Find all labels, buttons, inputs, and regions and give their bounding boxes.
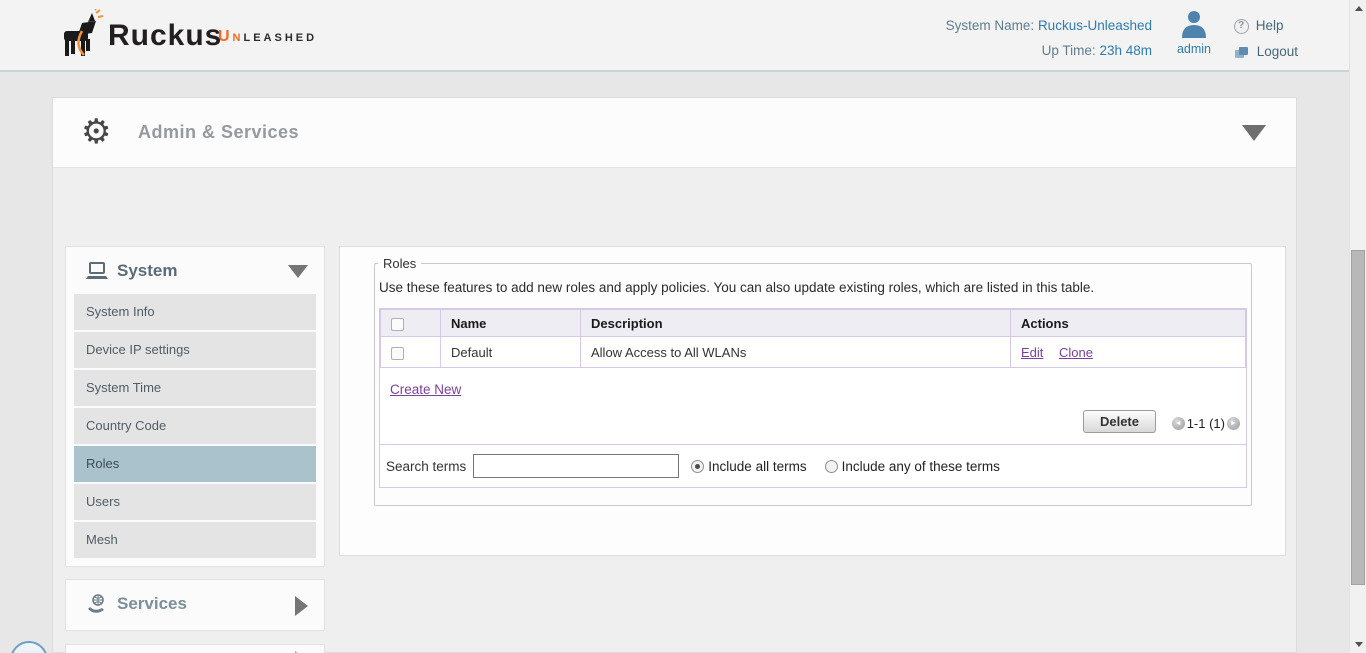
column-header-actions: Actions [1011,310,1246,337]
brand-logo: Ruckus [52,8,222,64]
uptime-label: Up Time: [1042,43,1096,58]
sidebar-services-header[interactable]: Services [66,580,324,627]
system-info-block: System Name: Ruckus-Unleashed Up Time: 2… [946,13,1152,63]
services-hand-globe-icon [86,594,108,614]
floating-help-bubble[interactable] [10,641,48,653]
roles-intro-text: Use these features to add new roles and … [379,280,1249,295]
uptime-value: 23h 48m [1099,43,1152,58]
row-checkbox[interactable] [391,347,404,360]
system-name-value: Ruckus-Unleashed [1038,18,1152,33]
search-row: Search terms Include all terms Include a… [380,444,1246,487]
column-header-name: Name [441,310,581,337]
radio-include-any-terms[interactable] [825,460,838,473]
logout-link[interactable]: Logout [1234,39,1298,65]
role-name-cell: Default [441,337,581,368]
clone-link[interactable]: Clone [1059,345,1093,360]
radio-all-label: Include all terms [708,459,806,474]
user-avatar-icon [1179,8,1209,38]
scrollbar-up-button[interactable] [1350,0,1366,17]
pagination-next-icon[interactable]: ► [1227,417,1240,430]
ruckus-unleashed-admin-page: { "header": { "brand_name": "Ruckus", "t… [0,0,1366,653]
search-label: Search terms [386,459,466,474]
role-actions-cell: Edit Clone [1011,337,1246,368]
sidebar-services-label: Services [117,594,187,614]
page-scrollbar [1349,0,1366,653]
sidebar-item-country-code[interactable]: Country Code [74,408,316,444]
sidebar-item-roles[interactable]: Roles [74,446,316,482]
column-header-description: Description [581,310,1011,337]
top-header: Ruckus Unleashed System Name: Ruckus-Unl… [0,0,1366,72]
tagline-prefix: Un [218,28,244,45]
brand-tagline: Unleashed [218,28,317,46]
scrollbar-down-button[interactable] [1350,636,1366,653]
delete-button[interactable]: Delete [1083,410,1156,433]
roles-fieldset: Roles Use these features to add new role… [374,256,1252,506]
radio-any-label: Include any of these terms [842,459,1000,474]
services-expand-chevron-right-icon[interactable] [295,596,308,616]
ruckus-dog-icon [52,9,104,63]
sidebar-item-mesh[interactable]: Mesh [74,522,316,558]
admin-services-header: ⚙ Admin & Services [53,98,1296,168]
sidebar-section-services: Services [65,579,325,631]
pagination-text: 1-1 (1) [1187,416,1225,431]
page-title: Admin & Services [138,122,299,143]
brand-name: Ruckus [108,19,222,53]
system-name-label: System Name: [946,18,1035,33]
sidebar-system-items: System Info Device IP settings System Ti… [66,294,324,558]
scrollbar-thumb[interactable] [1351,250,1365,585]
help-label: Help [1256,13,1284,39]
roles-legend: Roles [378,256,421,271]
sidebar-system-label: System [117,261,177,281]
panel-collapse-chevron-down-icon[interactable] [1242,125,1266,141]
laptop-icon [86,262,108,280]
sidebar-system-header[interactable]: System [66,247,324,294]
gear-icon: ⚙ [81,112,111,152]
logout-icon [1234,45,1250,60]
roles-table: Name Description Actions Default Allow A… [380,309,1246,368]
help-icon: ? [1234,19,1249,34]
pagination-prev-icon[interactable]: ◄ [1172,417,1185,430]
pagination: ◄ 1-1 (1) ► [1172,416,1240,431]
uptime-row: Up Time: 23h 48m [946,38,1152,63]
sidebar-item-system-info[interactable]: System Info [74,294,316,330]
select-all-checkbox[interactable] [391,318,404,331]
sidebar-item-users[interactable]: Users [74,484,316,520]
sidebar-section-system: System System Info Device IP settings Sy… [65,246,325,567]
system-collapse-chevron-down-icon[interactable] [288,265,308,278]
roles-grid: Name Description Actions Default Allow A… [379,308,1247,488]
table-header-row: Name Description Actions [381,310,1246,337]
logout-label: Logout [1257,39,1298,65]
admin-user-menu[interactable]: admin [1170,8,1218,56]
role-description-cell: Allow Access to All WLANs [581,337,1011,368]
table-row-default: Default Allow Access to All WLANs Edit C… [381,337,1246,368]
sidebar-item-device-ip-settings[interactable]: Device IP settings [74,332,316,368]
sidebar-section-stub[interactable] [65,644,325,653]
radio-include-all-terms[interactable] [691,460,704,473]
admin-services-panel: ⚙ Admin & Services System System Info De… [52,97,1297,653]
help-link[interactable]: ? Help [1234,13,1298,39]
edit-link[interactable]: Edit [1021,345,1043,360]
tagline-suffix: leashed [244,28,318,45]
search-input[interactable] [473,454,679,478]
help-logout-block: ? Help Logout [1234,13,1298,65]
user-name-label: admin [1170,42,1218,56]
system-name-row: System Name: Ruckus-Unleashed [946,13,1152,38]
roles-content-card: Roles Use these features to add new role… [339,246,1286,556]
create-new-link[interactable]: Create New [390,382,461,397]
sidebar-item-system-time[interactable]: System Time [74,370,316,406]
table-toolbar: Create New Delete ◄ 1-1 (1) ► [380,368,1246,444]
